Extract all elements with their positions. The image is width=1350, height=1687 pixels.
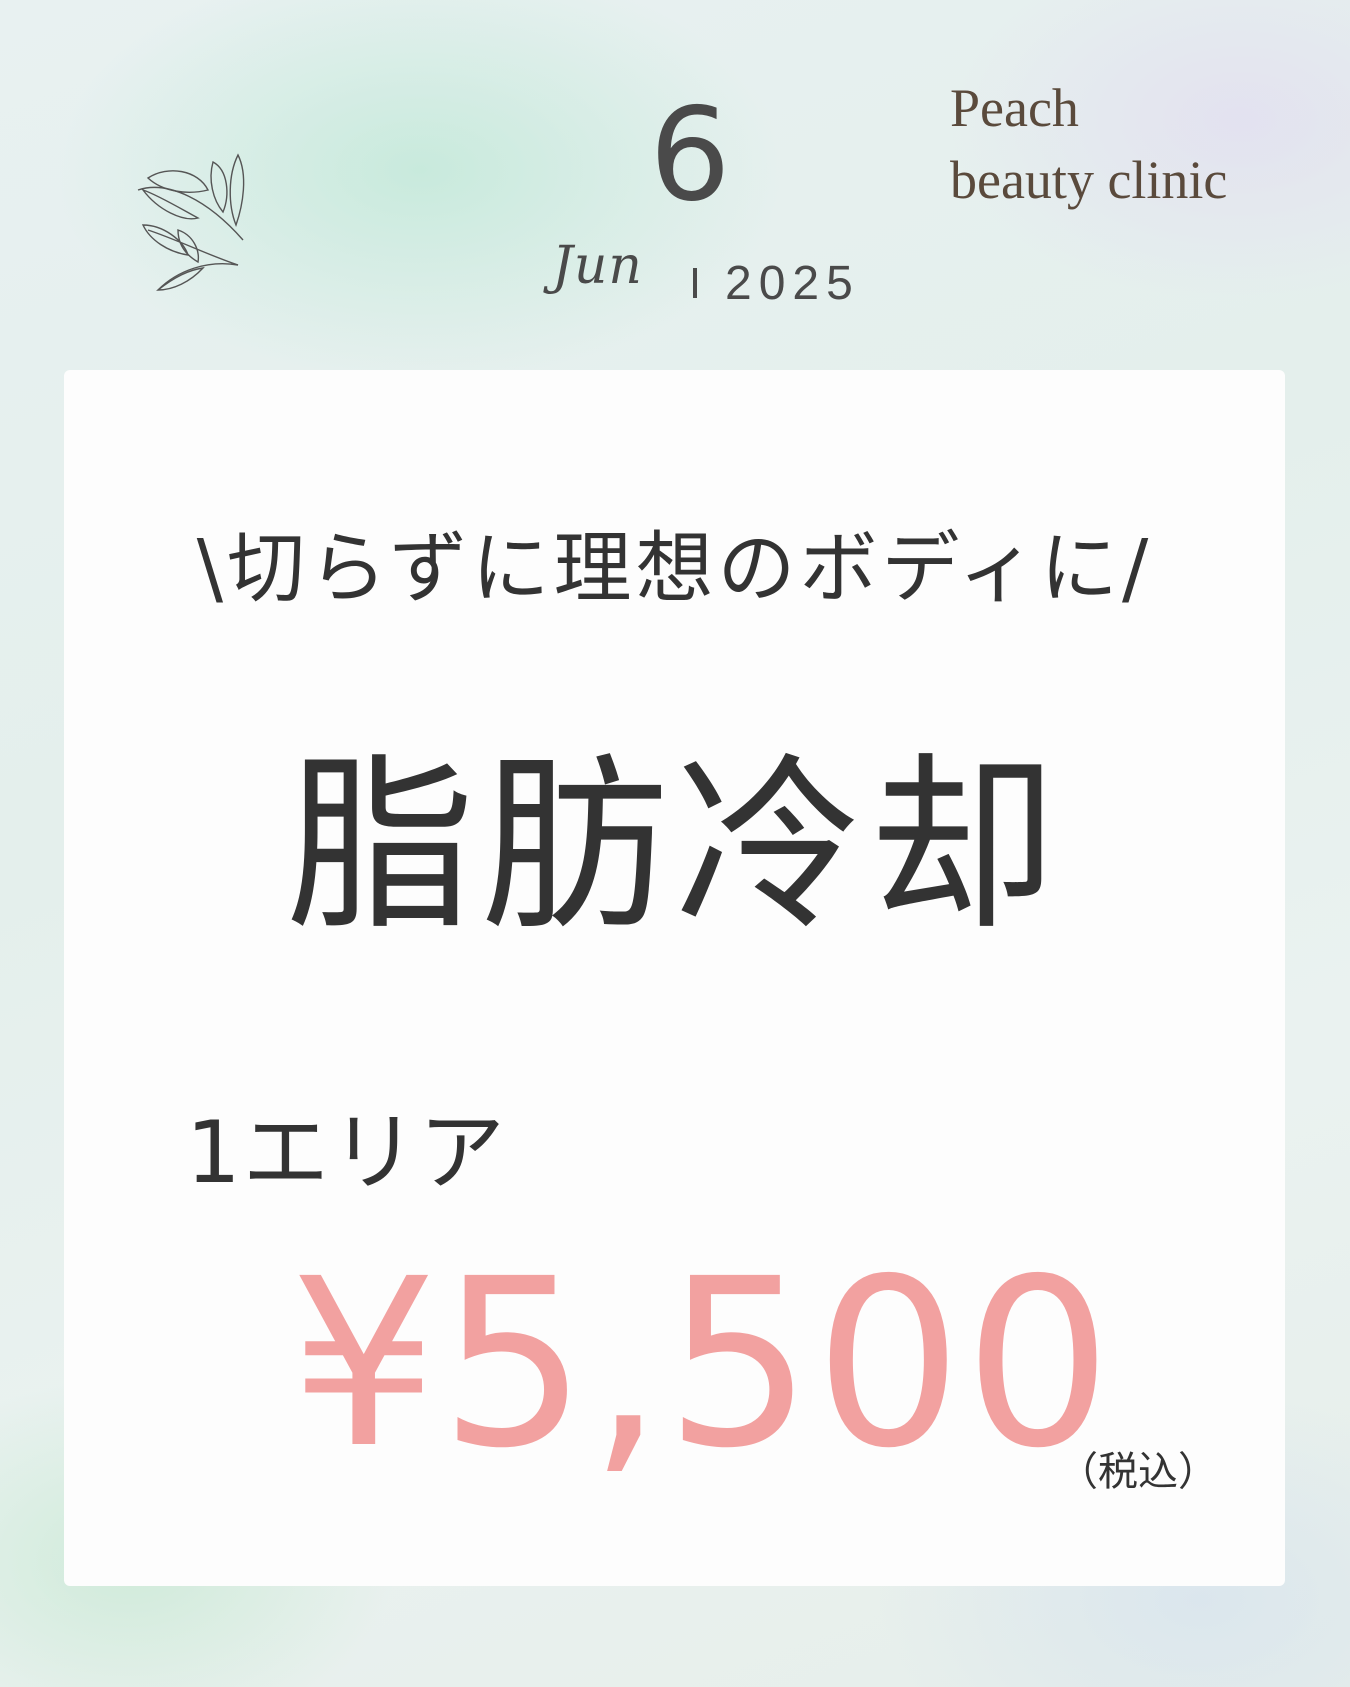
service-title: 脂肪冷却 <box>286 737 1063 956</box>
date-day: 6 <box>649 81 731 230</box>
date-separator <box>693 268 697 298</box>
date-year: 2025 <box>725 257 860 310</box>
brand-name: Peach beauty clinic <box>950 72 1227 216</box>
leaf-branch-icon <box>137 153 245 291</box>
promo-card: \切らずに理想のボディに/ 脂肪冷却 1エリア ¥5,500 （税込） <box>64 370 1285 1586</box>
tagline: \切らずに理想のボディに/ <box>196 524 1153 614</box>
brand-line-1: Peach <box>950 78 1079 138</box>
area-label: 1エリア <box>186 1103 507 1203</box>
price: ¥5,500 <box>290 1229 1114 1499</box>
brand-line-2: beauty clinic <box>950 150 1228 210</box>
tax-note: （税込） <box>1058 1449 1218 1495</box>
date-month: Jun <box>552 236 643 296</box>
